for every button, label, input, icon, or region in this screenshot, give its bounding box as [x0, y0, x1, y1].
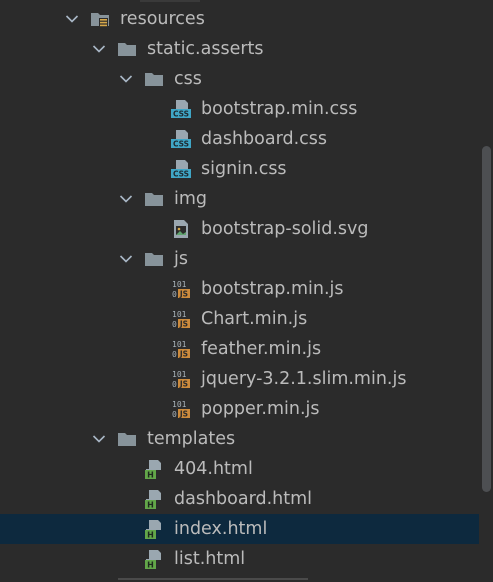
svg-text:101: 101 — [172, 310, 187, 319]
svg-text:JS: JS — [179, 350, 188, 359]
svg-text:H: H — [147, 471, 154, 480]
tree-item-label: index.html — [174, 519, 268, 539]
svg-text:0: 0 — [172, 350, 177, 359]
chevron-down-icon[interactable] — [118, 184, 134, 214]
js-file-icon: 101 0 JS — [171, 399, 191, 419]
html-file-icon: H — [144, 519, 164, 539]
tree-item-label: bootstrap.min.css — [201, 99, 358, 119]
tree-item-label: jquery-3.2.1.slim.min.js — [201, 369, 407, 389]
svg-text:H: H — [147, 501, 154, 510]
image-file-icon — [171, 219, 191, 239]
svg-text:0: 0 — [172, 380, 177, 389]
html-file-icon: H — [144, 489, 164, 509]
js-file-icon: 101 0 JS — [171, 369, 191, 389]
tree-row-jquery-3-2-1-slim-min-js[interactable]: 101 0 JS jquery-3.2.1.slim.min.js — [0, 364, 493, 394]
svg-text:CSS: CSS — [173, 140, 189, 149]
tree-row-bootstrap-min-js[interactable]: 101 0 JS bootstrap.min.js — [0, 274, 493, 304]
tree-row-404-html[interactable]: H 404.html — [0, 454, 493, 484]
tree-item-label: templates — [147, 429, 236, 449]
svg-text:101: 101 — [172, 400, 187, 409]
folder-icon — [117, 429, 137, 449]
folder-icon — [144, 189, 164, 209]
tree-row-resources[interactable]: resources — [0, 4, 493, 34]
tree-item-label: img — [174, 189, 208, 209]
tree-row-img[interactable]: img — [0, 184, 493, 214]
tree-item-label: resources — [120, 9, 205, 29]
chevron-down-icon[interactable] — [118, 64, 134, 94]
project-file-tree: resources static.asserts css CSS bootstr… — [0, 0, 493, 574]
svg-text:0: 0 — [172, 320, 177, 329]
svg-text:101: 101 — [172, 340, 187, 349]
svg-text:101: 101 — [172, 280, 187, 289]
tree-row-static-asserts[interactable]: static.asserts — [0, 34, 493, 64]
tree-row-list-html[interactable]: H list.html — [0, 544, 493, 574]
tree-item-label: css — [174, 69, 202, 89]
svg-text:CSS: CSS — [173, 110, 189, 119]
svg-text:0: 0 — [172, 410, 177, 419]
tree-row-index-html[interactable]: H index.html — [0, 514, 493, 544]
tree-row-bootstrap-solid-svg[interactable]: bootstrap-solid.svg — [0, 214, 493, 244]
resources-folder-icon — [90, 9, 110, 29]
folder-icon — [144, 69, 164, 89]
tree-row-chart-min-js[interactable]: 101 0 JS Chart.min.js — [0, 304, 493, 334]
tree-item-label: popper.min.js — [201, 399, 320, 419]
css-file-icon: CSS — [171, 99, 191, 119]
tree-item-label: bootstrap-solid.svg — [201, 219, 369, 239]
svg-text:JS: JS — [179, 380, 188, 389]
vertical-scrollbar[interactable] — [479, 0, 493, 582]
chevron-down-icon[interactable] — [91, 424, 107, 454]
tree-item-label: js — [174, 249, 188, 269]
tree-row-js[interactable]: js — [0, 244, 493, 274]
chevron-down-icon[interactable] — [64, 4, 80, 34]
svg-text:CSS: CSS — [173, 170, 189, 179]
tree-row-feather-min-js[interactable]: 101 0 JS feather.min.js — [0, 334, 493, 364]
tree-item-label: Chart.min.js — [201, 309, 308, 329]
html-file-icon: H — [144, 459, 164, 479]
tree-row-css[interactable]: css — [0, 64, 493, 94]
tree-item-label: list.html — [174, 549, 246, 569]
svg-text:H: H — [147, 531, 154, 540]
tree-item-label: static.asserts — [147, 39, 264, 59]
svg-text:101: 101 — [172, 370, 187, 379]
chevron-down-icon[interactable] — [91, 34, 107, 64]
tree-row-popper-min-js[interactable]: 101 0 JS popper.min.js — [0, 394, 493, 424]
svg-text:JS: JS — [179, 410, 188, 419]
tree-item-label: bootstrap.min.js — [201, 279, 344, 299]
tree-row-bootstrap-min-css[interactable]: CSS bootstrap.min.css — [0, 94, 493, 124]
tree-item-label: 404.html — [174, 459, 253, 479]
html-file-icon: H — [144, 549, 164, 569]
chevron-down-icon[interactable] — [118, 244, 134, 274]
tree-item-label: signin.css — [201, 159, 287, 179]
tree-item-label: feather.min.js — [201, 339, 322, 359]
svg-text:JS: JS — [179, 290, 188, 299]
svg-text:0: 0 — [172, 290, 177, 299]
css-file-icon: CSS — [171, 159, 191, 179]
tree-row-templates[interactable]: templates — [0, 424, 493, 454]
scrollbar-thumb[interactable] — [482, 146, 491, 492]
svg-text:H: H — [147, 561, 154, 570]
js-file-icon: 101 0 JS — [171, 339, 191, 359]
js-file-icon: 101 0 JS — [171, 279, 191, 299]
tree-row-signin-css[interactable]: CSS signin.css — [0, 154, 493, 184]
css-file-icon: CSS — [171, 129, 191, 149]
tree-row-dashboard-html[interactable]: H dashboard.html — [0, 484, 493, 514]
tree-item-label: dashboard.css — [201, 129, 327, 149]
partial-row-bottom — [0, 574, 493, 582]
folder-icon — [144, 249, 164, 269]
svg-text:JS: JS — [179, 320, 188, 329]
folder-icon — [117, 39, 137, 59]
js-file-icon: 101 0 JS — [171, 309, 191, 329]
tree-row-dashboard-css[interactable]: CSS dashboard.css — [0, 124, 493, 154]
tree-item-label: dashboard.html — [174, 489, 313, 509]
